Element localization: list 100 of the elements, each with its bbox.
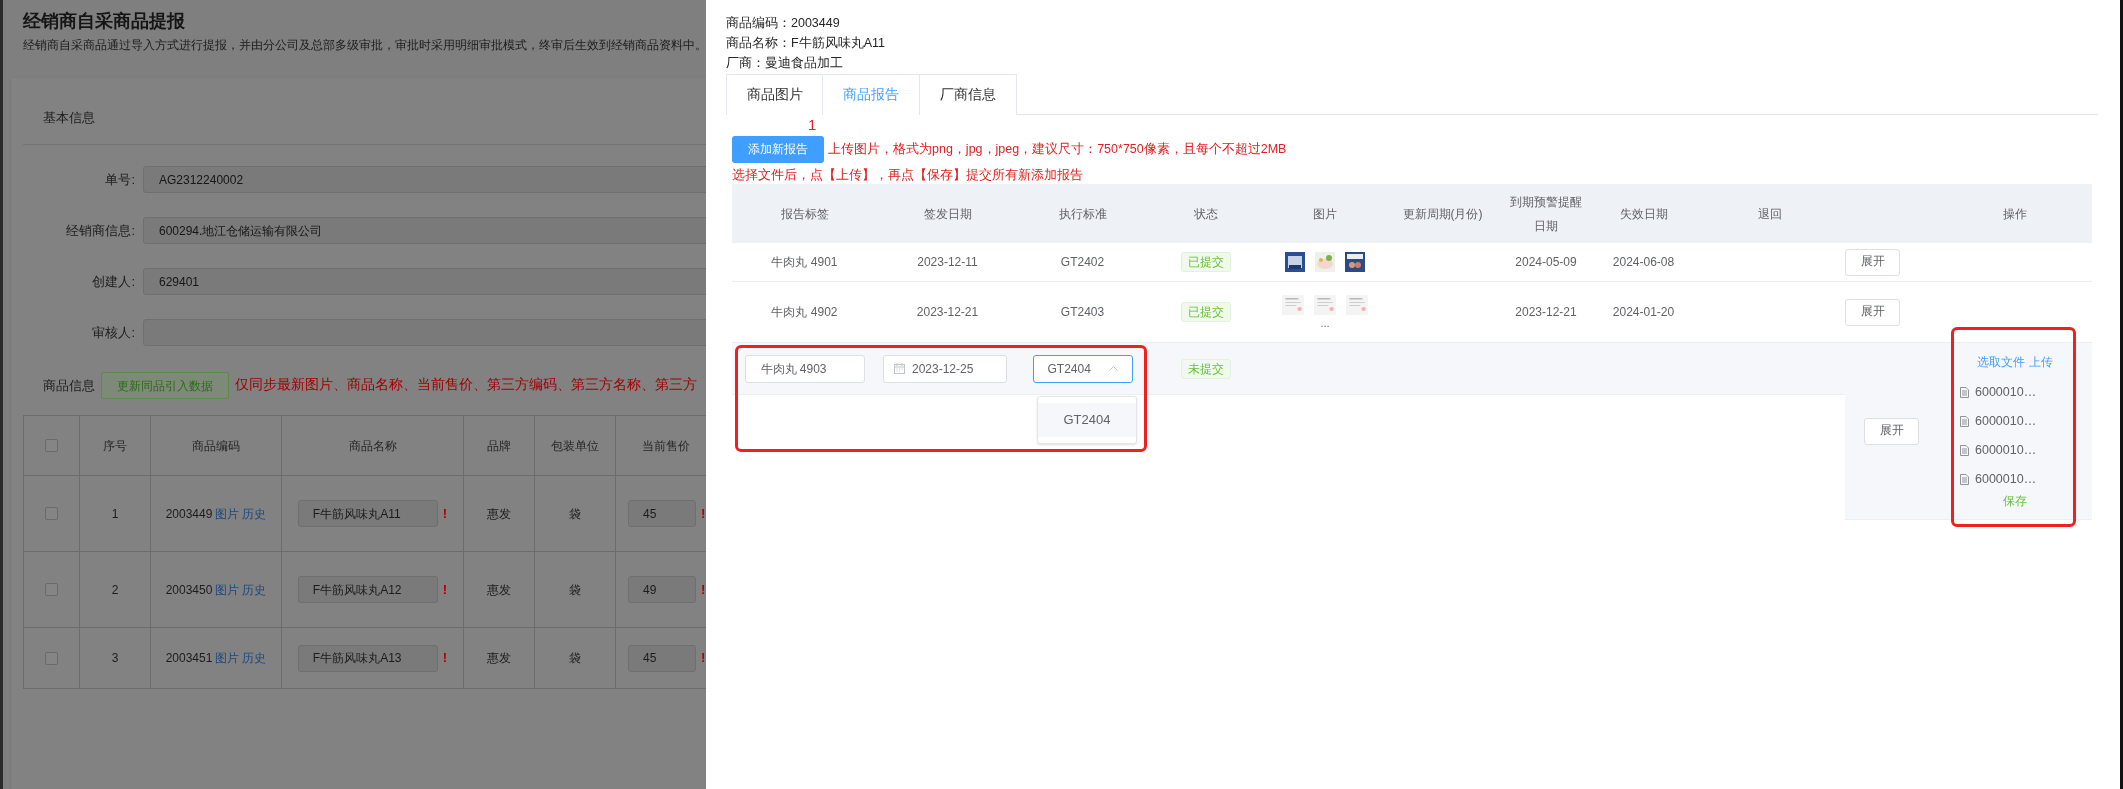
status-tag: 已提交 <box>1181 302 1231 322</box>
save-link[interactable]: 保存 <box>2003 491 2027 511</box>
checkbox[interactable] <box>45 439 58 452</box>
table-cell-text: 2003450 <box>165 581 213 599</box>
link[interactable]: 选取文件 <box>1977 353 2025 371</box>
table-cell-text: 3 <box>111 650 119 667</box>
notice-text: 仅同步最新图片、商品名称、当前售价、第三方编码、第三方名称、第三方 <box>235 376 697 395</box>
expand-button[interactable]: 展开 <box>1845 248 1900 276</box>
field-label: 审核人: <box>91 323 136 342</box>
column-header: 签发日期 <box>923 205 972 223</box>
document-icon <box>1960 473 1969 485</box>
link[interactable]: 历史 <box>242 649 267 667</box>
date-field[interactable]: 2023-12-25 <box>883 354 1007 383</box>
checkbox[interactable] <box>45 507 58 520</box>
table-cell-text: 2024-05-09 <box>1515 254 1577 271</box>
input-field[interactable]: 600294.地江仓储运输有限公司 <box>143 217 706 244</box>
file-name[interactable]: 6000010… <box>1975 440 2037 460</box>
caret-icon <box>1108 366 1118 371</box>
table-cell-text: 2 <box>111 581 119 599</box>
column-header: 包装单位 <box>551 437 599 455</box>
table-cell-text: 惠发 <box>487 650 511 667</box>
input-field[interactable]: 49 <box>628 576 696 603</box>
link[interactable]: 历史 <box>242 580 267 599</box>
link[interactable]: 上传 <box>2029 353 2053 371</box>
column-header: 状态 <box>1194 205 1218 223</box>
column-header: 报告标签 <box>780 205 829 223</box>
field-label: 创建人: <box>91 272 136 291</box>
page-description: 经销商自采商品通过导入方式进行提报，并由分公司及总部多级审批，审批时采用明细审批模式，终审后生效到经销商品资料中。 <box>23 38 706 53</box>
tab[interactable]: 商品报告 <box>823 74 920 115</box>
add-report-button[interactable]: 添加新报告 <box>732 136 824 163</box>
info-line: 商品编码：2003449 <box>726 15 841 32</box>
table-cell-text: GT2402 <box>1060 254 1105 271</box>
input-field[interactable]: F牛筋风味丸A12 <box>297 576 438 603</box>
column-header: 执行标准 <box>1058 205 1107 223</box>
column-header: 品牌 <box>487 437 511 455</box>
column-header: 商品名称 <box>348 437 397 455</box>
expand-button[interactable]: 展开 <box>1845 298 1900 326</box>
input-field[interactable] <box>143 319 706 346</box>
table-cell-text: GT2403 <box>1060 304 1105 321</box>
hint-text: 上传图片，格式为png，jpg，jpeg，建议尺寸：750*750像素，且每个不超过2MB <box>828 141 1287 159</box>
file-name[interactable]: 6000010… <box>1975 411 2037 431</box>
table-cell-text: 2003451 <box>165 650 213 667</box>
column-header: 当前售价 <box>641 437 690 455</box>
table-cell-text: 袋 <box>569 650 581 667</box>
calendar-icon <box>894 363 905 374</box>
info-line: 厂商：曼迪食品加工 <box>726 55 844 72</box>
table-cell-text: 惠发 <box>487 581 511 599</box>
required-mark: ! <box>701 504 706 523</box>
required-mark: ! <box>442 580 448 599</box>
input-field[interactable]: 45 <box>628 644 696 672</box>
expand-button[interactable]: 展开 <box>1864 417 1919 445</box>
field-label: 单号: <box>104 170 136 189</box>
link[interactable]: 图片 <box>215 580 240 599</box>
section-heading: 基本信息 <box>43 109 95 127</box>
file-name[interactable]: 6000010… <box>1975 469 2037 489</box>
required-mark: ! <box>442 649 448 668</box>
file-name[interactable]: 6000010… <box>1975 382 2037 402</box>
input-field[interactable]: 629401 <box>143 268 706 295</box>
input-field[interactable]: F牛筋风味丸A13 <box>297 644 438 672</box>
document-icon <box>1960 386 1969 398</box>
table-cell-text: 2003449 <box>165 505 213 523</box>
status-tag: 未提交 <box>1181 358 1231 379</box>
table-cell-text: 2023-12-21 <box>1515 304 1577 321</box>
column-header: 到期预警提醒日期 <box>1509 193 1583 235</box>
column-header: 图片 <box>1313 205 1337 223</box>
column-header: 退回 <box>1758 205 1782 223</box>
field-label: 经销商信息: <box>65 221 136 240</box>
table-cell-text: 2024-01-20 <box>1612 304 1675 321</box>
link[interactable]: 图片 <box>215 504 240 523</box>
required-mark: ! <box>442 504 448 523</box>
select-field[interactable]: GT2404 <box>1032 354 1133 383</box>
table-cell-text: 牛肉丸 4902 <box>771 304 838 321</box>
column-header: 操作 <box>2003 205 2027 223</box>
table-cell-text: 2023-12-11 <box>917 254 978 271</box>
link[interactable]: 图片 <box>215 649 240 667</box>
checkbox[interactable] <box>45 651 58 665</box>
more-indicator: ... <box>1320 317 1330 329</box>
input-field[interactable]: AG2312240002 <box>143 166 706 193</box>
column-header: 序号 <box>103 437 127 455</box>
tab[interactable]: 厂商信息 <box>920 74 1017 115</box>
table-cell-text: 袋 <box>569 581 581 599</box>
step-number: 1 <box>808 116 817 134</box>
page-title: 经销商自采商品提报 <box>23 10 186 33</box>
table-cell-text: 2024-06-08 <box>1612 254 1675 271</box>
table-cell-text: 2023-12-21 <box>916 304 979 321</box>
column-header: 失效日期 <box>1619 205 1668 223</box>
status-tag: 已提交 <box>1181 252 1231 272</box>
document-icon <box>1960 415 1969 427</box>
document-icon <box>1960 444 1969 456</box>
info-line: 商品名称：F牛筋风味丸A11 <box>726 35 885 52</box>
table-cell-text: 惠发 <box>487 505 511 523</box>
input-field[interactable]: 45 <box>628 500 696 527</box>
input-field[interactable]: 牛肉丸 4903 <box>744 354 865 383</box>
tab[interactable]: 商品图片 <box>726 74 823 115</box>
link[interactable]: 历史 <box>242 504 267 523</box>
column-header: 商品编码 <box>192 437 240 455</box>
section-label: 商品信息 <box>43 376 95 395</box>
dropdown-option[interactable]: GT2404 <box>1038 403 1136 437</box>
checkbox[interactable] <box>45 583 58 596</box>
input-field[interactable]: F牛筋风味丸A11 <box>297 500 438 527</box>
